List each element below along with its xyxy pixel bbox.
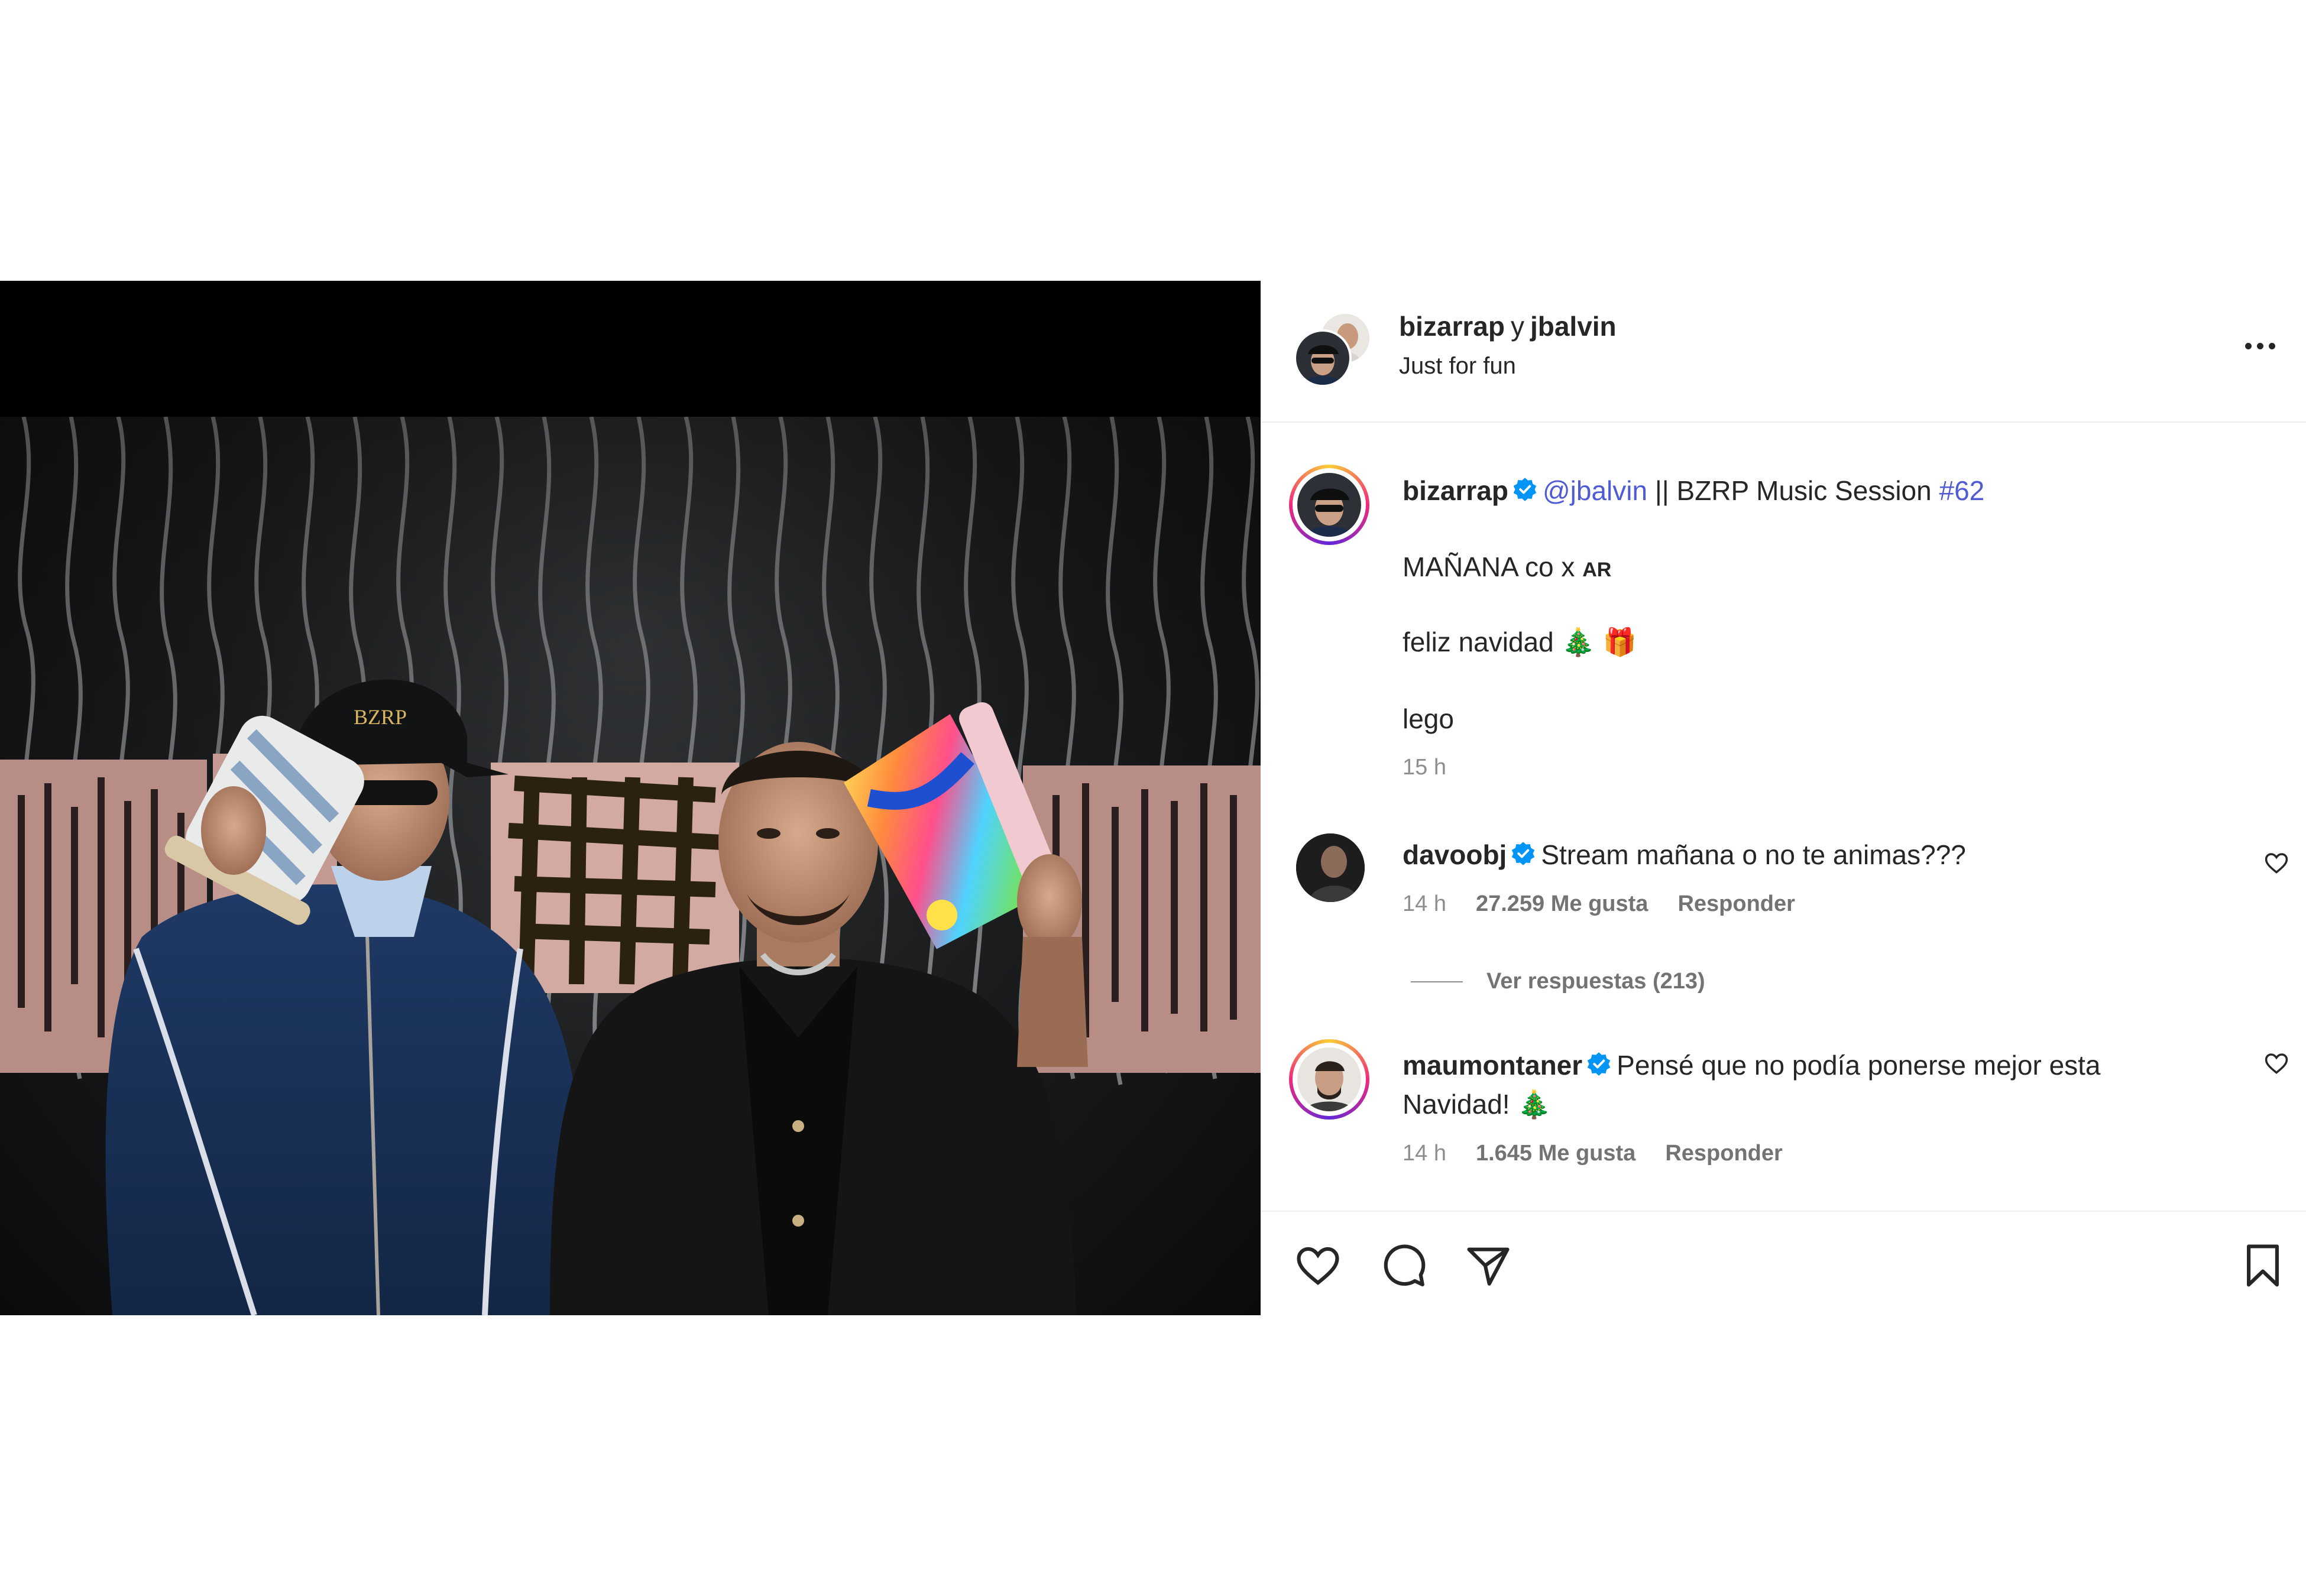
comment-avatar-davoobj[interactable]: [1296, 833, 1365, 902]
verified-badge-icon: [1512, 476, 1538, 509]
comment-text-line-2: Navidad! 🎄: [1403, 1089, 1552, 1120]
caption-line-3: feliz navidad 🎄 🎁: [1403, 627, 1637, 657]
comment-like-button[interactable]: [2263, 850, 2289, 876]
owners-joiner: y: [1510, 311, 1524, 342]
comment-author-username[interactable]: maumontaner: [1403, 1050, 1582, 1081]
comment-text: Stream mañana o no te animas???: [1541, 839, 1966, 870]
comment-meta: 14 h 27.259 Me gusta Responder: [1403, 891, 1795, 917]
comment-reply-button[interactable]: Responder: [1677, 891, 1795, 916]
view-replies-button[interactable]: Ver respuestas (213): [1411, 969, 1705, 994]
paper-plane-icon: [1467, 1247, 1510, 1286]
post-header: bizarrap y jbalvin Just for fun: [1261, 281, 2306, 423]
post-details-panel: bizarrap y jbalvin Just for fun bizarrap…: [1261, 281, 2306, 1315]
comment-maumontaner-line-1: maumontaner Pensé que no podía ponerse me…: [1403, 1049, 2101, 1084]
avatar-photo: [1296, 332, 1349, 385]
comment-likes[interactable]: 1.645 Me gusta: [1476, 1141, 1635, 1166]
collaborator-avatar-bizarrap[interactable]: [1294, 329, 1352, 387]
comment-text-line-1: Pensé que no podía ponerse mejor esta: [1617, 1050, 2101, 1081]
comment-likes[interactable]: 27.259 Me gusta: [1476, 891, 1648, 916]
post-subtitle[interactable]: Just for fun: [1399, 353, 1516, 379]
post-photo: BZRP: [0, 417, 1261, 1315]
more-options-dot: [2256, 342, 2263, 349]
comment-reply-button[interactable]: Responder: [1665, 1141, 1782, 1166]
caption-author-username[interactable]: bizarrap: [1403, 475, 1508, 506]
caption-line-4: lego: [1403, 703, 1454, 734]
comment-time[interactable]: 14 h: [1403, 891, 1446, 916]
more-options-button[interactable]: [2242, 334, 2278, 358]
owner-username-bizarrap[interactable]: bizarrap: [1399, 311, 1505, 342]
verified-badge-icon: [1510, 841, 1536, 873]
post-media[interactable]: BZRP: [0, 281, 1261, 1315]
avatar-ring-gap: [1293, 1043, 1366, 1116]
comment-button[interactable]: [1379, 1241, 1427, 1290]
caption-mention-link[interactable]: @jbalvin: [1543, 475, 1647, 506]
instagram-post: BZRP bizarrap y jbalvin Just for fun biz…: [0, 281, 2306, 1315]
caption-text: || BZRP Music Session: [1654, 475, 1932, 506]
save-button[interactable]: [2239, 1241, 2287, 1290]
comment-bubble-icon: [1384, 1244, 1426, 1287]
cap-logo-text: BZRP: [354, 705, 407, 729]
avatar-image: [1296, 833, 1365, 902]
view-replies-label: Ver respuestas (213): [1486, 969, 1705, 994]
avatar-image: [1297, 473, 1361, 537]
avatar-photo: [1297, 473, 1361, 537]
owner-username-jbalvin[interactable]: jbalvin: [1530, 311, 1617, 342]
caption-first-line: bizarrap @jbalvin || BZRP Music Session #…: [1403, 475, 1984, 509]
caption-line-2-small: AR: [1582, 559, 1612, 581]
heart-icon: [2265, 853, 2288, 874]
avatar-photo: [1297, 1047, 1361, 1111]
comment-author-username[interactable]: davoobj: [1403, 839, 1507, 870]
comment-davoobj: davoobj Stream mañana o no te animas???: [1403, 839, 1966, 873]
more-options-dot: [2268, 342, 2275, 349]
caption-hashtag-link[interactable]: #62: [1939, 475, 1985, 506]
avatar-image: [1297, 1047, 1361, 1111]
comment-time[interactable]: 14 h: [1403, 1141, 1446, 1166]
like-button[interactable]: [1294, 1241, 1342, 1290]
caption-author-avatar[interactable]: [1289, 465, 1369, 545]
avatar-ring-gap: [1293, 468, 1366, 541]
comment-meta: 14 h 1.645 Me gusta Responder: [1403, 1141, 1783, 1166]
heart-icon: [1297, 1247, 1339, 1285]
post-owners: bizarrap y jbalvin: [1399, 310, 1617, 342]
comment-avatar-maumontaner[interactable]: [1289, 1039, 1369, 1120]
caption-line-2-text: MAÑANA co x: [1403, 552, 1583, 582]
photo-illustration: BZRP: [0, 417, 1261, 1315]
caption-timestamp[interactable]: 15 h: [1403, 755, 1446, 780]
comment-like-button[interactable]: [2263, 1050, 2289, 1076]
post-action-bar: [1261, 1211, 2306, 1316]
caption-line-2: MAÑANA co x AR: [1403, 551, 1611, 583]
replies-divider: [1411, 981, 1463, 982]
heart-icon: [2265, 1053, 2288, 1074]
more-options-icon: [2245, 342, 2252, 349]
share-button[interactable]: [1464, 1241, 1512, 1290]
verified-badge-icon: [1586, 1051, 1612, 1084]
bookmark-icon: [2247, 1244, 2279, 1287]
